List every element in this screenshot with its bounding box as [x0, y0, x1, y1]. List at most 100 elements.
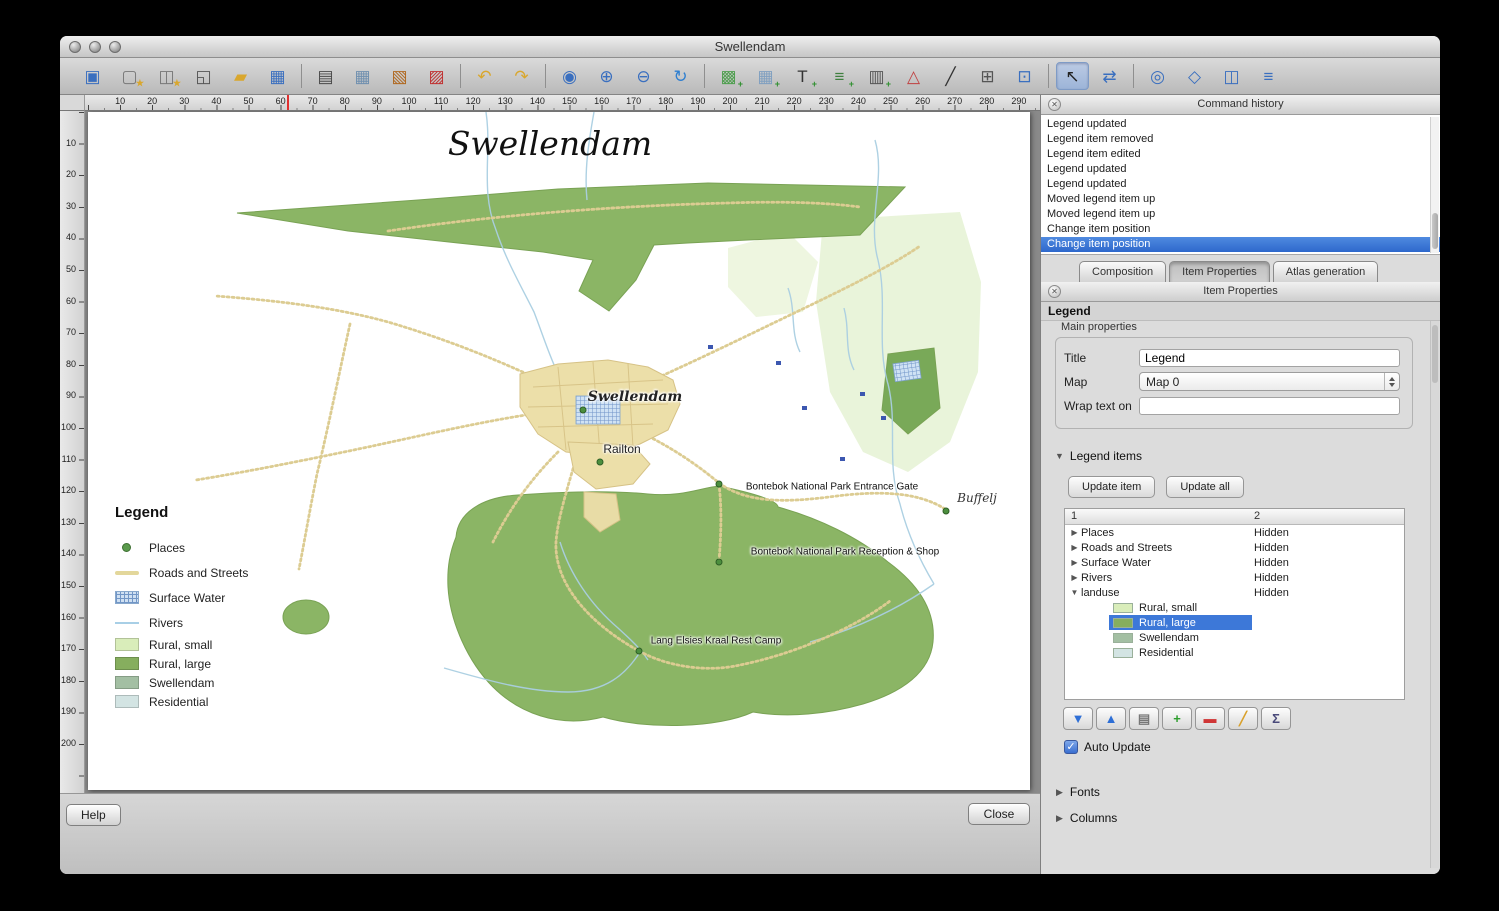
update-all-button[interactable]: Update all — [1166, 476, 1244, 498]
tree-row[interactable]: ▶ Places Hidden — [1065, 525, 1404, 540]
auto-update-checkbox[interactable] — [1064, 740, 1078, 754]
item-properties-header: Item Properties — [1041, 282, 1440, 302]
command-history-entry[interactable]: Change item position — [1041, 222, 1440, 237]
load-template-button[interactable]: ▰ — [224, 62, 257, 90]
legend-title-input[interactable] — [1139, 349, 1400, 367]
scrollbar-thumb[interactable] — [1432, 213, 1438, 249]
tree-expand-icon[interactable]: ▶ — [1068, 573, 1081, 582]
command-history-entry[interactable]: Legend updated — [1041, 177, 1440, 192]
ruler-number: 70 — [303, 96, 323, 106]
ruler-number: 170 — [60, 643, 76, 653]
add-map-button[interactable]: ▩ + — [712, 62, 745, 90]
command-history-entry[interactable]: Legend updated — [1041, 117, 1440, 132]
update-item-button[interactable]: Update item — [1068, 476, 1155, 498]
print-button[interactable]: ▤ — [309, 62, 342, 90]
scrollbar-thumb[interactable] — [1432, 325, 1438, 383]
select-move-item-button[interactable]: ↖ — [1056, 62, 1089, 90]
add-label-button[interactable]: T + — [786, 62, 819, 90]
map-label: Swellendam — [588, 389, 682, 405]
export-pdf-button[interactable]: ▨ — [420, 62, 453, 90]
zoom-in-button[interactable]: ⊕ — [590, 62, 623, 90]
ruler-number: 50 — [239, 96, 259, 106]
edit-item-button[interactable]: ╱ — [1228, 707, 1258, 730]
edit-nodes-button[interactable]: ◇ — [1178, 62, 1211, 90]
properties-scrollbar[interactable] — [1430, 321, 1439, 868]
tree-expand-icon[interactable]: ▶ — [1068, 558, 1081, 567]
tree-row[interactable]: ▶ Rivers Hidden — [1065, 570, 1404, 585]
paste-style-button[interactable]: ▤ — [1129, 707, 1159, 730]
ruler-number: 20 — [142, 96, 162, 106]
command-history-entry[interactable]: Legend item edited — [1041, 147, 1440, 162]
map-label: Buffelj — [957, 491, 997, 505]
new-composer-button[interactable]: ▢ ★ — [113, 62, 146, 90]
add-image-button[interactable]: ▦ + — [749, 62, 782, 90]
tree-row[interactable]: Rural, small — [1065, 600, 1404, 615]
group-items-button[interactable]: ◫ — [1215, 62, 1248, 90]
legend-items-disclosure[interactable]: ▼ Legend items — [1055, 449, 1142, 463]
item-properties-body: Main properties Title Map Map 0 Wrap tex… — [1041, 321, 1440, 874]
command-history-entry[interactable]: Legend updated — [1041, 162, 1440, 177]
toolbar-icon-badge: + — [886, 79, 891, 89]
legend-symbol — [115, 571, 139, 575]
align-items-button[interactable]: ≡ — [1252, 62, 1285, 90]
help-button[interactable]: Help — [66, 804, 121, 826]
tree-row[interactable]: Residential — [1065, 645, 1404, 660]
map-legend-item[interactable]: Legend Places Roads and Streets Surface … — [115, 504, 248, 711]
panel-tab[interactable]: Composition — [1079, 261, 1166, 282]
toolbar-icon-badge: + — [775, 79, 780, 89]
place-point — [580, 407, 587, 414]
tree-expand-icon[interactable]: ▼ — [1068, 588, 1081, 597]
tree-row[interactable]: Rural, large — [1065, 615, 1404, 630]
ruler-number: 150 — [560, 96, 580, 106]
wrap-text-input[interactable] — [1139, 397, 1400, 415]
add-arrow-button[interactable]: ╱ — [934, 62, 967, 90]
duplicate-composer-button[interactable]: ◫ ★ — [150, 62, 183, 90]
remove-item-button[interactable]: ▬ — [1195, 707, 1225, 730]
command-history-scrollbar[interactable] — [1430, 117, 1439, 253]
tree-row[interactable]: ▶ Surface Water Hidden — [1065, 555, 1404, 570]
add-html-button[interactable]: ⊡ — [1008, 62, 1041, 90]
window-titlebar[interactable]: Swellendam — [60, 36, 1440, 58]
count-features-button[interactable]: Σ — [1261, 707, 1291, 730]
export-svg-button[interactable]: ▧ — [383, 62, 416, 90]
zoom-to-selection-button[interactable]: ◎ — [1141, 62, 1174, 90]
composer-manager-button[interactable]: ◱ — [187, 62, 220, 90]
add-legend-button[interactable]: ≡ + — [823, 62, 856, 90]
close-button[interactable]: Close — [968, 803, 1030, 825]
command-history-entry[interactable]: Moved legend item up — [1041, 192, 1440, 207]
add-attribute-table-button[interactable]: ⊞ — [971, 62, 1004, 90]
undo-button[interactable]: ↶ — [468, 62, 501, 90]
export-image-button[interactable]: ▦ — [346, 62, 379, 90]
tree-row-value: Hidden — [1254, 587, 1289, 599]
move-item-up-button[interactable]: ▲ — [1096, 707, 1126, 730]
tree-row[interactable]: Swellendam — [1065, 630, 1404, 645]
tree-row-label: landuse — [1081, 587, 1120, 599]
map-select[interactable]: Map 0 — [1139, 372, 1400, 391]
refresh-view-button[interactable]: ↻ — [664, 62, 697, 90]
save-as-template-button[interactable]: ▦ — [261, 62, 294, 90]
tree-expand-icon[interactable]: ▶ — [1068, 528, 1081, 537]
zoom-full-button[interactable]: ◉ — [553, 62, 586, 90]
tree-expand-icon[interactable]: ▶ — [1068, 543, 1081, 552]
panel-tab[interactable]: Item Properties — [1169, 261, 1270, 282]
tree-row[interactable]: ▶ Roads and Streets Hidden — [1065, 540, 1404, 555]
add-scalebar-button[interactable]: ▥ + — [860, 62, 893, 90]
redo-button[interactable]: ↷ — [505, 62, 538, 90]
save-composer-button[interactable]: ▣ — [76, 62, 109, 90]
tree-row[interactable]: ▼ landuse Hidden — [1065, 585, 1404, 600]
command-history-entry[interactable]: Legend item removed — [1041, 132, 1440, 147]
add-shape-button[interactable]: △ — [897, 62, 930, 90]
command-history-entry[interactable]: Change item position — [1041, 237, 1440, 252]
ruler-number: 10 — [110, 96, 130, 106]
move-item-content-button[interactable]: ⇄ — [1093, 62, 1126, 90]
composer-canvas[interactable]: Swellendam SwellendamRailtonBontebok Nat… — [85, 111, 1040, 793]
command-history-entry[interactable]: Moved legend item up — [1041, 207, 1440, 222]
composition-page[interactable]: Swellendam SwellendamRailtonBontebok Nat… — [88, 112, 1030, 790]
columns-disclosure[interactable]: ▶ Columns — [1056, 811, 1117, 825]
legend-label: Rural, large — [149, 657, 211, 671]
fonts-disclosure[interactable]: ▶ Fonts — [1056, 785, 1100, 799]
add-item-button[interactable]: + — [1162, 707, 1192, 730]
panel-tab[interactable]: Atlas generation — [1273, 261, 1379, 282]
zoom-out-button[interactable]: ⊖ — [627, 62, 660, 90]
move-item-down-button[interactable]: ▼ — [1063, 707, 1093, 730]
